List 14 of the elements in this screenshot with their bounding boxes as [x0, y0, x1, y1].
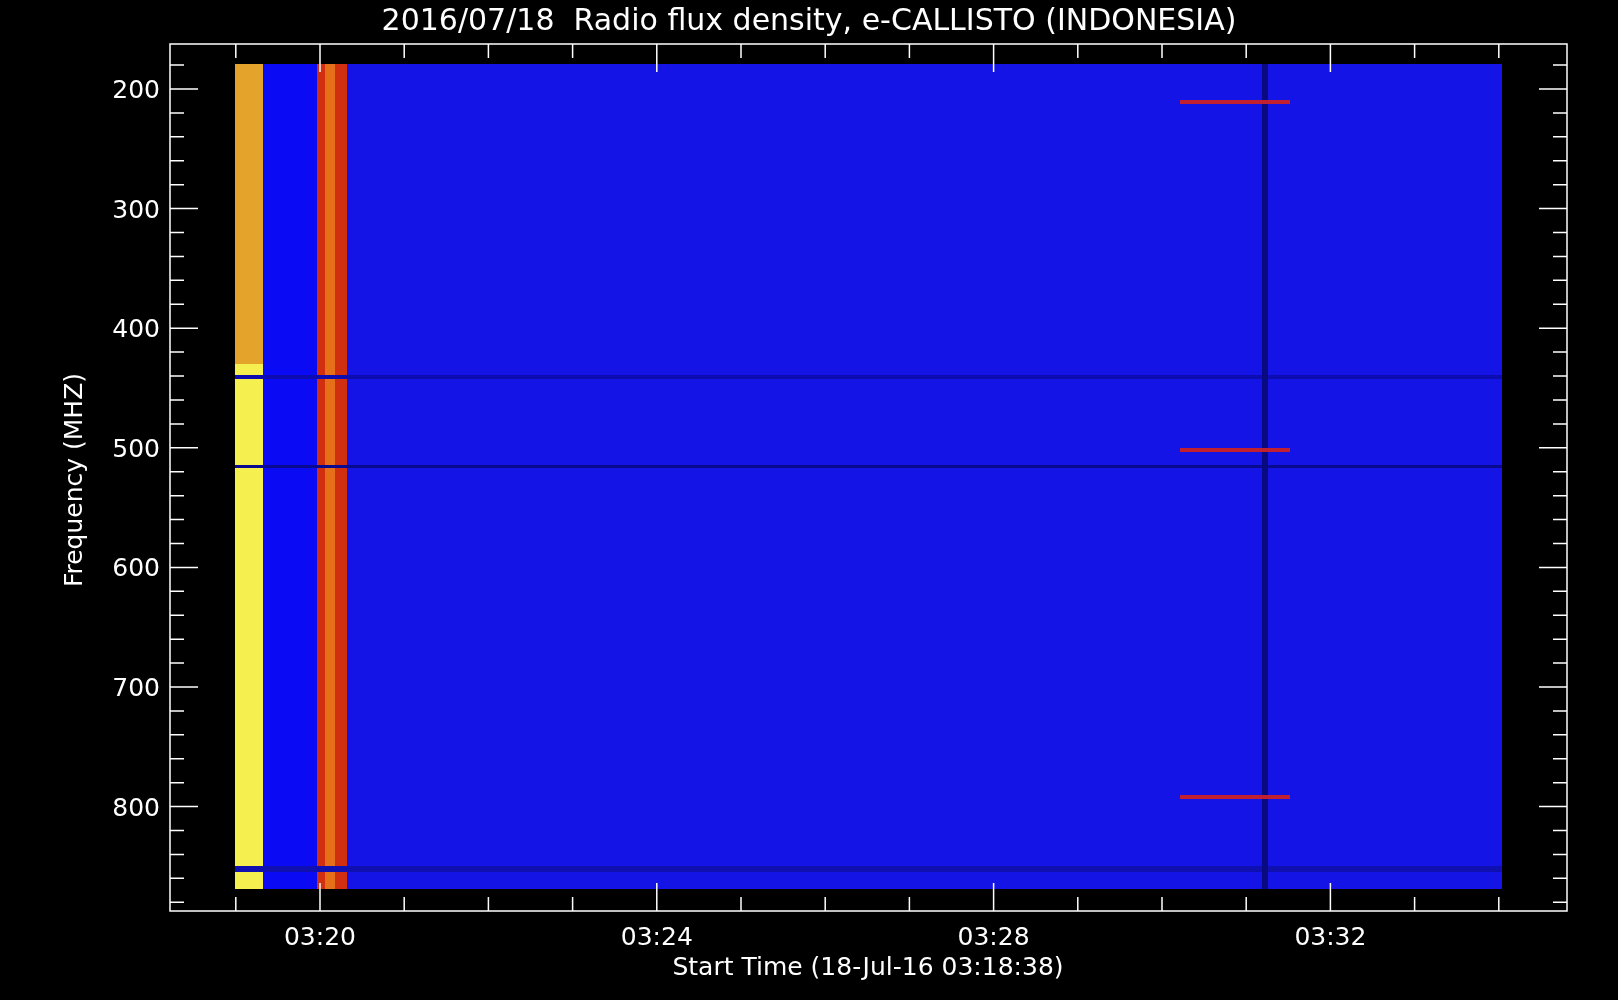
y-tick-label: 500	[112, 433, 160, 463]
y-tick-label: 400	[112, 314, 160, 344]
x-axis-title: Start Time (18-Jul-16 03:18:38)	[672, 952, 1064, 981]
y-tick-label: 300	[112, 194, 160, 224]
x-tick-label: 03:32	[1294, 922, 1367, 951]
y-tick-label: 600	[112, 553, 160, 583]
x-tick-label: 03:20	[284, 922, 356, 951]
y-tick-label: 800	[112, 792, 160, 822]
x-tick-label: 03:28	[957, 922, 1030, 951]
y-tick-label: 200	[112, 75, 160, 104]
y-tick-label: 700	[112, 673, 160, 702]
chart-title: 2016/07/18 Radio flux density, e-CALLISTO (INDONESIA)	[381, 2, 1237, 37]
x-tick-label: 03:24	[620, 922, 693, 951]
y-axis-title: Frequency (MHZ)	[59, 372, 88, 588]
